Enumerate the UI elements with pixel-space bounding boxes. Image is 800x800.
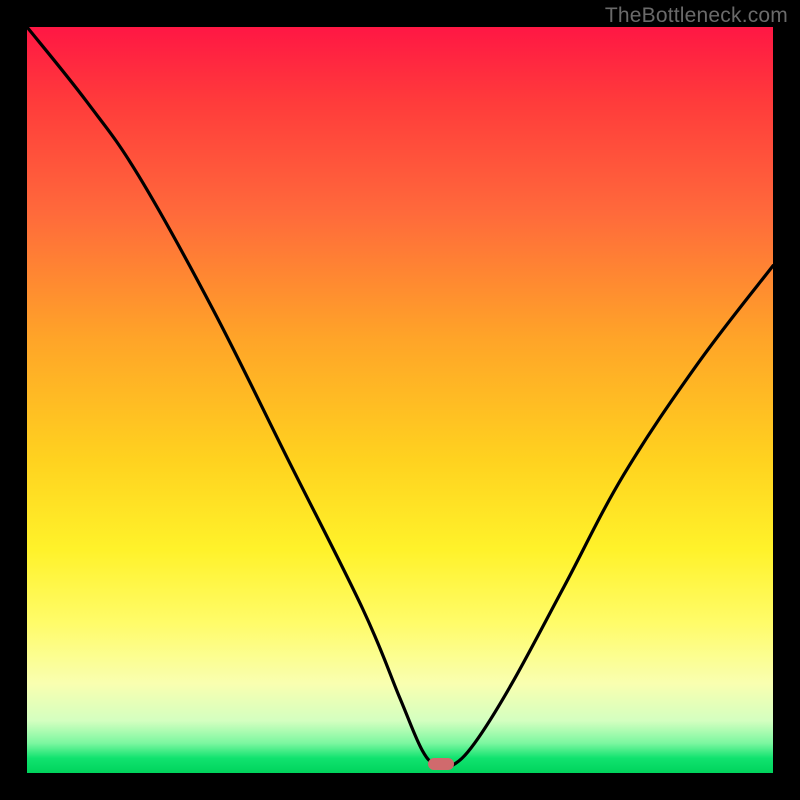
minimum-marker (428, 758, 454, 770)
plot-area (27, 27, 773, 773)
bottleneck-curve (27, 27, 773, 773)
watermark-text: TheBottleneck.com (605, 4, 788, 28)
chart-frame: TheBottleneck.com (0, 0, 800, 800)
